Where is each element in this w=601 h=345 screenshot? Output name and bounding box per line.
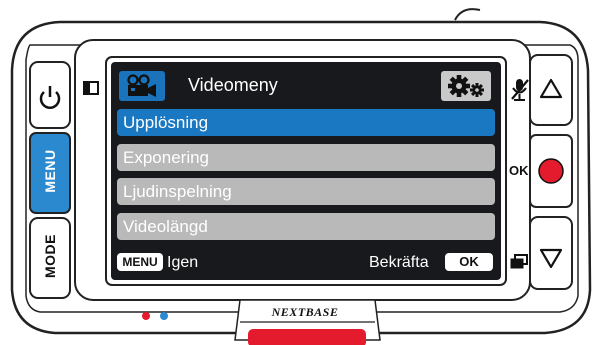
video-camera-icon	[127, 74, 156, 97]
bottom-tab[interactable]	[240, 325, 380, 345]
mode-button[interactable]: MODE	[30, 218, 70, 298]
title-bar: Videomeny	[111, 62, 501, 108]
confirm-label: Bekräfta	[369, 254, 429, 271]
screen: Videomeny Upplösning Exponering Ljudinsp…	[111, 62, 501, 280]
ok-side-label: OK	[509, 163, 529, 178]
power-icon	[39, 86, 61, 109]
window-icon	[510, 254, 528, 269]
led-blue	[160, 312, 168, 320]
footer-bar: MENU Igen Bekräfta OK	[111, 250, 501, 276]
record-button[interactable]	[530, 135, 572, 207]
menu-item-label: Exponering	[123, 148, 210, 167]
power-button[interactable]	[30, 62, 70, 128]
triangle-up-icon	[539, 78, 563, 99]
menu-item-label: Videolängd	[123, 217, 208, 236]
menu-button[interactable]: MENU	[30, 133, 70, 213]
mode-button-label: MODE	[42, 234, 58, 278]
up-button[interactable]	[530, 55, 572, 125]
menu-item-audio-recording[interactable]: Ljudinspelning	[117, 178, 495, 205]
down-button[interactable]	[530, 217, 572, 289]
page-title: Videomeny	[188, 75, 278, 95]
gear-icon	[448, 75, 484, 97]
menu-button-label: MENU	[42, 149, 58, 193]
settings-button[interactable]	[441, 71, 491, 101]
menu-item-exposure[interactable]: Exponering	[117, 144, 495, 171]
ok-key-pill: OK	[445, 253, 493, 271]
brand-logo: NEXTBASE	[271, 305, 339, 319]
status-leds	[142, 312, 168, 320]
dashcam-device: MENU MODE OK NEXTBASE Videomeny Upplösni…	[0, 0, 601, 345]
indicator-square-icon	[83, 81, 99, 95]
back-label: Igen	[167, 254, 199, 271]
microphone-muted-icon	[511, 79, 529, 101]
menu-key-pill: MENU	[117, 253, 163, 271]
menu-item-resolution[interactable]: Upplösning	[117, 109, 495, 136]
title-icon-box	[119, 71, 165, 101]
record-icon	[538, 158, 564, 184]
menu-item-video-length[interactable]: Videolängd	[117, 213, 495, 240]
menu-item-label: Ljudinspelning	[123, 182, 232, 201]
triangle-down-icon	[539, 248, 563, 269]
led-red	[142, 312, 150, 320]
menu-item-label: Upplösning	[123, 113, 209, 132]
